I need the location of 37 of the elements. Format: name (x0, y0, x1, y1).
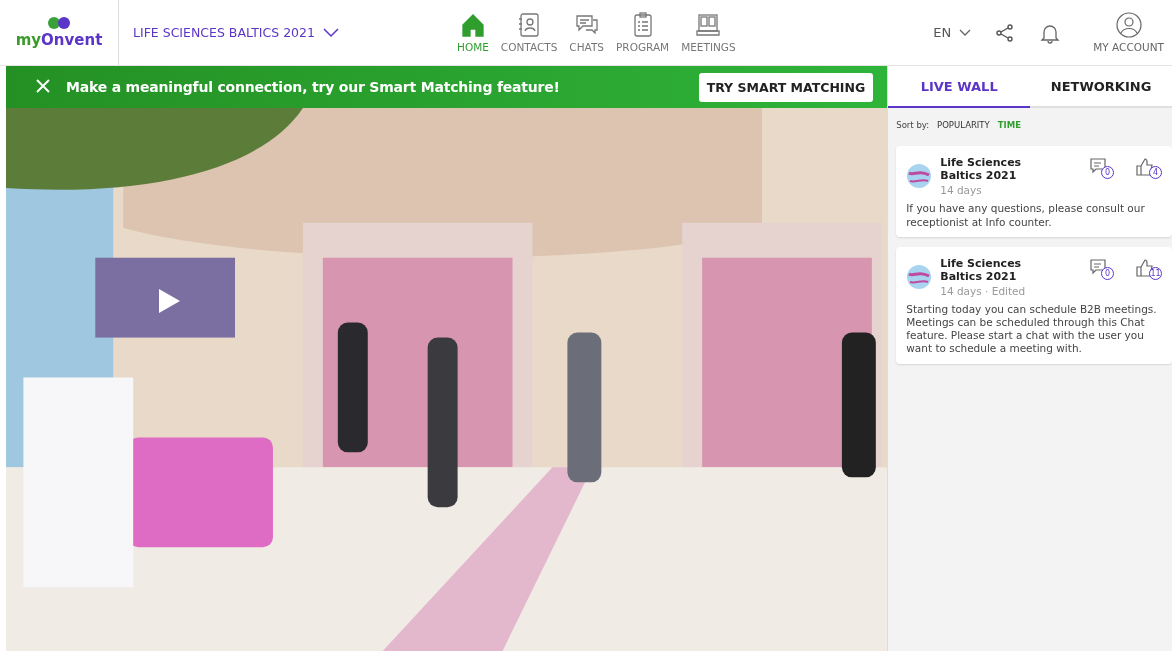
chevron-down-icon (323, 27, 339, 38)
comment-button[interactable]: 0 (1090, 258, 1114, 277)
comment-button[interactable]: 0 (1090, 158, 1114, 176)
comment-icon (1090, 158, 1106, 176)
house-icon (459, 12, 486, 38)
panel-tab[interactable]: NETWORKING (1030, 66, 1172, 108)
nav-item[interactable]: CHATS (565, 12, 608, 53)
account-button[interactable]: MY ACCOUNT (1093, 12, 1164, 53)
chevron-down-icon (959, 28, 972, 37)
nav-item[interactable]: PROGRAM (612, 12, 674, 53)
post-author: Life Sciences Baltics 2021 (940, 256, 1023, 283)
user-icon (1115, 12, 1142, 38)
post-text: If you have any questions, please consult our receptionist at Info counter. (906, 202, 1146, 229)
post-text: Starting today you can schedule B2B meetings. Meetings can be scheduled through this Chat feature. Please start a chat with the user you want to schedule a meeting with. (906, 303, 1158, 356)
nav-item[interactable]: MEETINGS (677, 12, 740, 53)
avatar-icon (906, 263, 933, 290)
board-icon (695, 12, 722, 38)
smart-matching-button[interactable]: TRY SMART MATCHING (698, 72, 874, 102)
panel-tab[interactable]: LIVE WALL (888, 66, 1031, 108)
logo-text[interactable]: myOnvent (15, 30, 103, 49)
sort-option[interactable]: POPULARITY (937, 120, 990, 130)
language-selector[interactable]: EN (933, 25, 972, 40)
post-author: Life Sciences Baltics 2021 (940, 156, 1023, 183)
avatar-icon (906, 163, 933, 190)
like-button[interactable]: 4 (1136, 158, 1162, 176)
nav-item[interactable]: HOME (453, 12, 493, 53)
like-button[interactable]: 11 (1136, 258, 1162, 277)
post-time: 14 days (940, 184, 983, 197)
event-selector[interactable]: LIFE SCIENCES BALTICS 2021 (133, 25, 453, 40)
thumbs-up-icon (1136, 158, 1154, 176)
nav-item[interactable]: CONTACTS (496, 12, 562, 53)
post-time: 14 days · Edited (940, 285, 1027, 297)
share-icon[interactable] (995, 22, 1016, 43)
comment-icon (1090, 258, 1106, 277)
banner-text: Make a meaningful connection, try our Smart Matching feature! (66, 79, 560, 95)
logo-icon (48, 16, 70, 29)
sort-label: Sort by: (896, 120, 930, 130)
